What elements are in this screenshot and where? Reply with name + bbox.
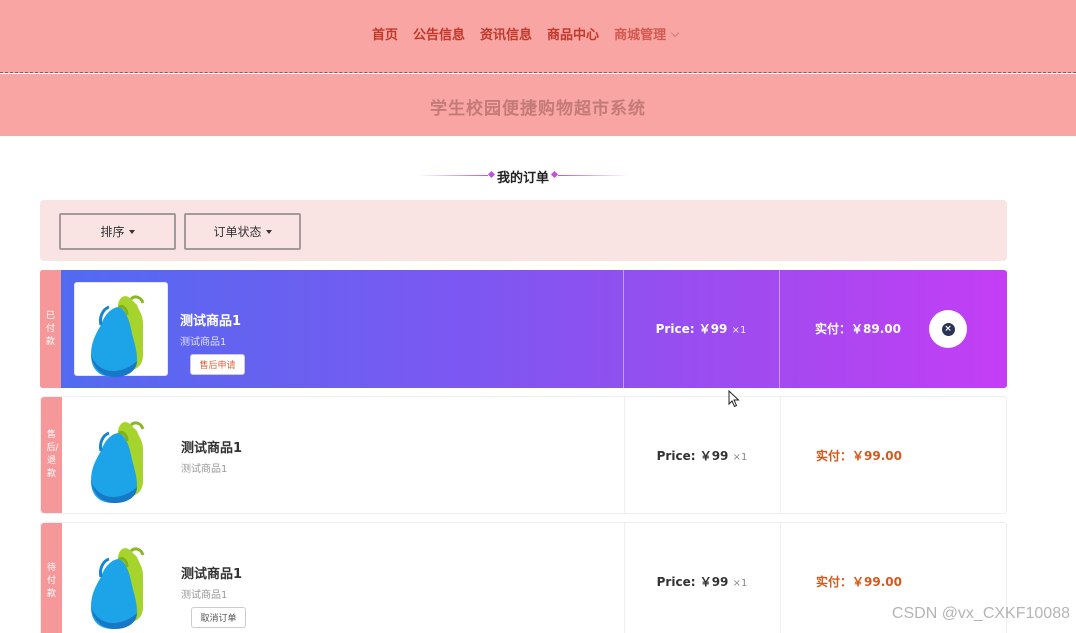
- unit-price: Price: ￥99 ×1: [625, 573, 779, 590]
- product-image: [75, 409, 169, 505]
- after-sale-request-button[interactable]: 售后申请: [190, 354, 245, 375]
- order-status-strip: 已付款: [40, 270, 61, 388]
- amount-paid: 实付：￥99.00: [816, 449, 902, 463]
- order-card[interactable]: 已付款 测试商品1 测试商品1 售后申请 Price: ￥99 ×1 实付：￥8…: [40, 270, 1007, 388]
- site-title: 学生校园便捷购物超市系统: [430, 99, 646, 119]
- product-name: 测试商品1: [181, 441, 243, 456]
- nav-item-news[interactable]: 资讯信息: [480, 24, 532, 43]
- section-heading: 我的订单: [418, 166, 628, 186]
- order-status-dropdown[interactable]: 订单状态: [184, 213, 301, 250]
- site-banner: 学生校园便捷购物超市系统: [0, 74, 1076, 136]
- product-name: 测试商品1: [181, 567, 243, 582]
- unit-price-value: Price: ￥99: [656, 575, 729, 589]
- order-status-label: 售后/退款: [46, 430, 59, 479]
- amount-paid: 实付：￥99.00: [816, 575, 902, 589]
- unit-price-value: Price: ￥99: [656, 449, 729, 463]
- product-subtitle: 测试商品1: [181, 590, 228, 601]
- product-subtitle: 测试商品1: [180, 337, 227, 348]
- quantity: ×1: [732, 452, 748, 463]
- nav-item-products[interactable]: 商品中心: [547, 24, 599, 43]
- close-icon: ×: [941, 322, 955, 336]
- top-nav: 首页 公告信息 资讯信息 商品中心 商城管理: [0, 0, 1076, 73]
- mouse-cursor-icon: [728, 390, 740, 408]
- product-image: [74, 282, 168, 379]
- chevron-down-icon: [670, 28, 680, 38]
- nav-item-announcements[interactable]: 公告信息: [413, 24, 465, 43]
- quantity: ×1: [731, 325, 747, 336]
- order-status-strip: 售后/退款: [41, 397, 62, 513]
- product-subtitle: 测试商品1: [181, 464, 228, 475]
- caret-down-icon: [265, 229, 272, 234]
- quantity: ×1: [732, 578, 748, 589]
- order-card[interactable]: 售后/退款 测试商品1 测试商品1 Price: ￥99 ×1 实付：￥99.0…: [40, 396, 1007, 514]
- delete-order-button[interactable]: ×: [929, 310, 967, 348]
- nav-menu: 首页 公告信息 资讯信息 商品中心 商城管理: [372, 24, 693, 43]
- sort-dropdown-label: 排序: [100, 225, 125, 239]
- page-title: 我的订单: [496, 171, 549, 186]
- caret-down-icon: [128, 229, 135, 234]
- nav-item-home[interactable]: 首页: [372, 24, 398, 43]
- product-name: 测试商品1: [180, 314, 242, 329]
- watermark: CSDN @vx_CXKF10088: [891, 605, 1070, 622]
- filter-bar: 排序 订单状态: [40, 200, 1007, 261]
- nav-item-mall-management-label: 商城管理: [614, 28, 667, 43]
- product-image: [75, 535, 169, 631]
- nav-item-mall-management[interactable]: 商城管理: [614, 24, 680, 43]
- sort-dropdown[interactable]: 排序: [59, 213, 176, 250]
- unit-price-value: Price: ￥99: [655, 322, 728, 336]
- order-card[interactable]: 待付款 测试商品1 测试商品1 取消订单 Price: ￥99 ×1 实付：￥9…: [40, 522, 1007, 633]
- order-status-label: 已付款: [45, 310, 55, 347]
- order-status-dropdown-label: 订单状态: [213, 225, 262, 239]
- order-status-strip: 待付款: [41, 523, 62, 633]
- order-status-label: 待付款: [46, 562, 56, 599]
- unit-price: Price: ￥99 ×1: [624, 320, 778, 337]
- unit-price: Price: ￥99 ×1: [625, 447, 779, 464]
- amount-paid: 实付：￥89.00: [815, 322, 901, 336]
- cancel-order-button[interactable]: 取消订单: [191, 607, 246, 628]
- heading-line-right: [558, 175, 628, 176]
